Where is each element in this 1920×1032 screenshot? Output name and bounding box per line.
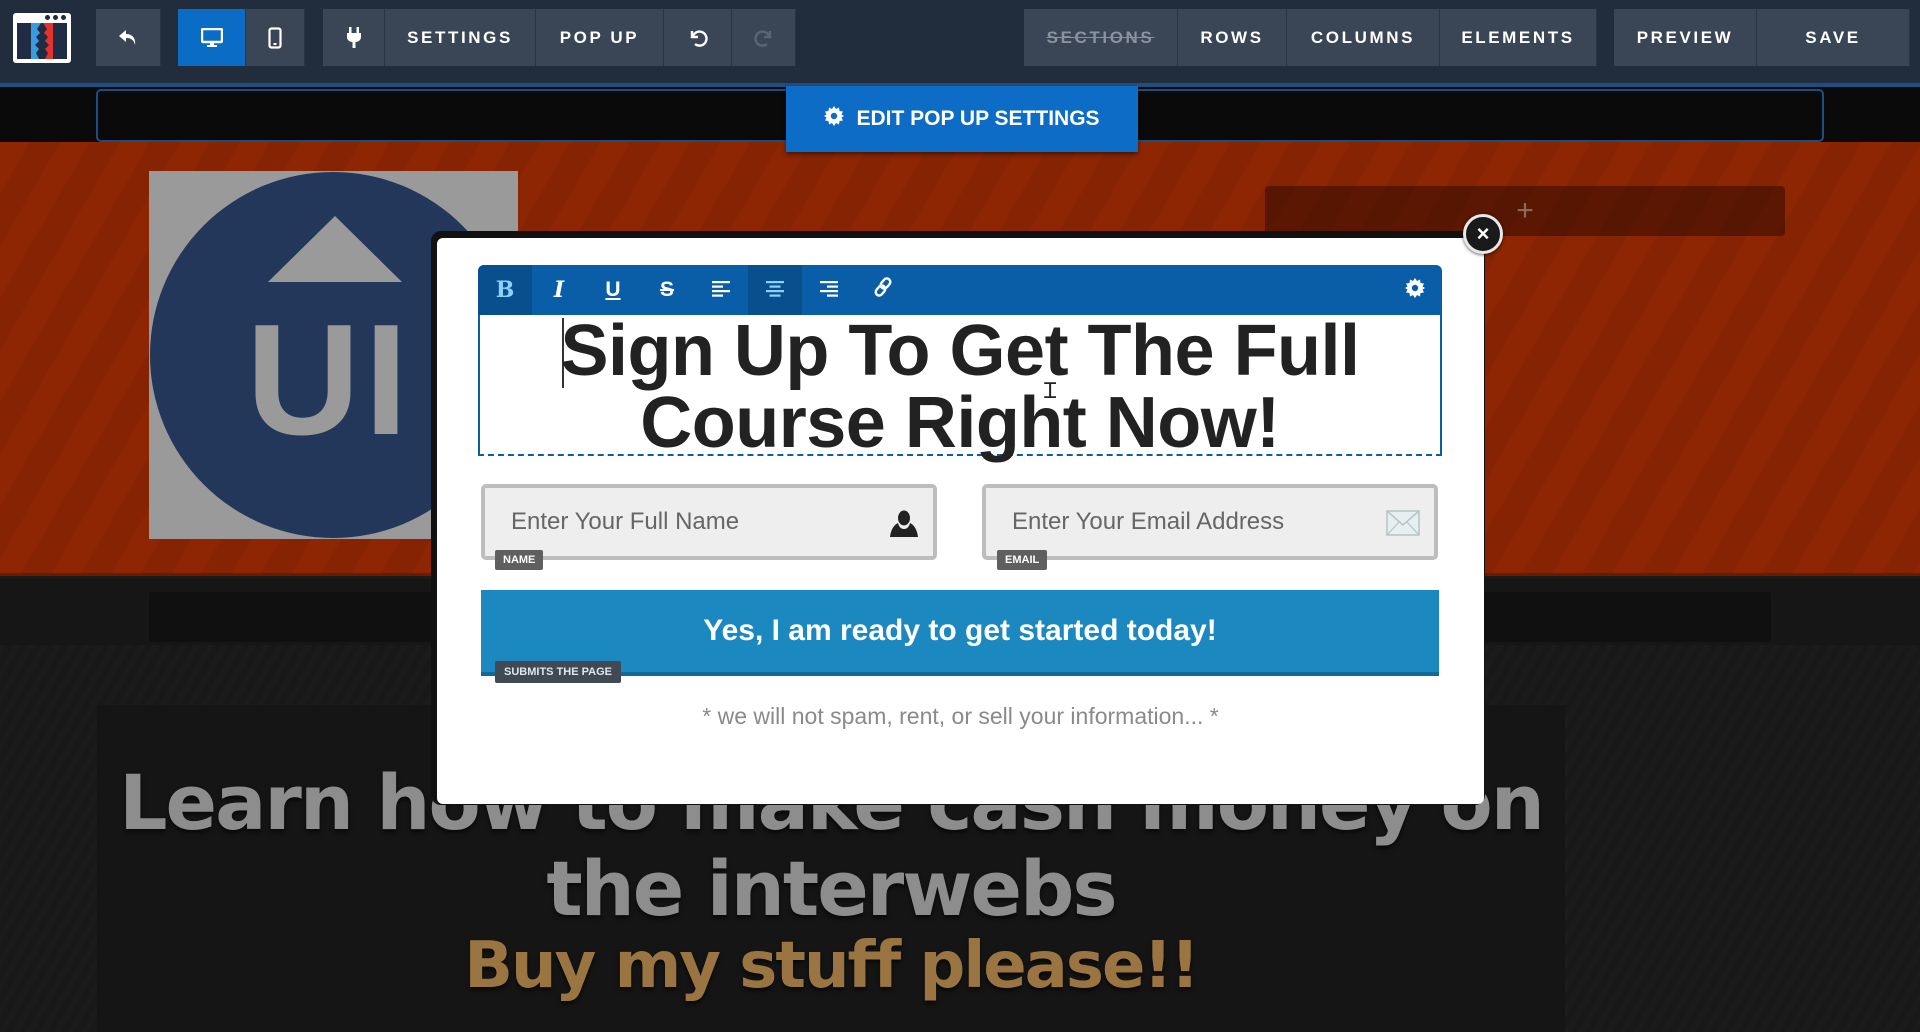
gear-icon — [1405, 277, 1425, 303]
link-icon — [873, 277, 893, 303]
logo-faces — [17, 23, 67, 59]
settings-label: SETTINGS — [407, 27, 513, 47]
align-center-icon — [766, 277, 784, 303]
popup-headline-editor[interactable]: Sign Up To Get The Full Course Right Now… — [478, 315, 1442, 459]
columns-label: COLUMNS — [1310, 27, 1416, 47]
envelope-icon — [1386, 510, 1420, 543]
close-icon: × — [1476, 221, 1490, 246]
mobile-icon — [268, 26, 282, 49]
align-left-icon — [712, 277, 730, 303]
user-icon — [889, 510, 919, 545]
up-arrow-icon — [268, 216, 402, 282]
save-label: SAVE — [1805, 27, 1861, 47]
rows-button[interactable]: ROWS — [1178, 9, 1287, 66]
elements-button[interactable]: ELEMENTS — [1440, 9, 1597, 66]
name-field-tag: NAME — [495, 550, 544, 570]
desktop-view-button[interactable] — [178, 9, 246, 66]
window-dots — [45, 15, 66, 20]
columns-button[interactable]: COLUMNS — [1287, 9, 1440, 66]
top-toolbar: SETTINGS POP UP SECTIONS ROWS COLUMNS EL… — [0, 0, 1920, 84]
rows-label: ROWS — [1200, 27, 1264, 47]
clickfunnels-logo-icon[interactable] — [13, 13, 71, 63]
email-field[interactable]: Enter Your Email Address — [982, 484, 1438, 560]
strikethrough-icon: S — [659, 278, 674, 301]
undo-button[interactable] — [664, 9, 732, 66]
page-subheadline[interactable]: Buy my stuff please!! — [97, 926, 1565, 1006]
popup-close-button[interactable]: × — [1463, 214, 1503, 254]
popup-label: POP UP — [559, 27, 640, 47]
settings-button[interactable]: SETTINGS — [385, 9, 536, 66]
email-field-tag: EMAIL — [997, 550, 1048, 570]
element-settings-button[interactable] — [1388, 265, 1442, 315]
undo-arrow-icon — [118, 29, 138, 47]
name-field[interactable]: Enter Your Full Name — [481, 484, 937, 560]
link-button[interactable] — [856, 265, 910, 315]
redo-button[interactable] — [732, 9, 796, 66]
mobile-view-button[interactable] — [246, 9, 305, 66]
submit-button-label: Yes, I am ready to get started today! — [703, 614, 1217, 647]
integrations-button[interactable] — [323, 9, 385, 66]
plug-icon — [346, 26, 362, 49]
edit-popup-settings-label: EDIT POP UP SETTINGS — [856, 107, 1100, 130]
italic-button[interactable]: I — [532, 265, 586, 315]
save-button[interactable]: SAVE — [1757, 9, 1910, 66]
hero-image-text: UI — [246, 292, 412, 468]
elements-label: ELEMENTS — [1461, 27, 1575, 47]
preview-label: PREVIEW — [1636, 27, 1734, 47]
sections-button[interactable]: SECTIONS — [1024, 9, 1178, 66]
underline-button[interactable]: U — [586, 265, 640, 315]
align-left-button[interactable] — [694, 265, 748, 315]
redo-icon — [753, 28, 774, 48]
italic-icon: I — [553, 277, 565, 303]
text-cursor-icon: Ɪ — [1044, 378, 1057, 403]
undo-icon — [688, 28, 708, 48]
submit-action-tag: SUBMITS THE PAGE — [495, 661, 621, 683]
edit-popup-settings-button[interactable]: EDIT POP UP SETTINGS — [786, 86, 1138, 152]
strikethrough-button[interactable]: S — [640, 265, 694, 315]
align-right-icon — [820, 277, 838, 303]
add-element-slot[interactable]: + — [1265, 186, 1785, 236]
popup-headline[interactable]: Sign Up To Get The Full Course Right Now… — [480, 315, 1440, 459]
sections-label: SECTIONS — [1046, 27, 1155, 47]
preview-button[interactable]: PREVIEW — [1614, 9, 1757, 66]
text-editor-toolbar: B I U S — [478, 265, 1442, 315]
privacy-disclaimer[interactable]: * we will not spam, rent, or sell your i… — [437, 703, 1484, 730]
email-field-placeholder: Enter Your Email Address — [1012, 508, 1285, 535]
popup-button[interactable]: POP UP — [536, 9, 664, 66]
back-button[interactable] — [96, 9, 161, 66]
align-center-button[interactable] — [748, 265, 802, 315]
bold-icon: B — [495, 277, 515, 303]
submit-button[interactable]: Yes, I am ready to get started today! — [481, 590, 1439, 676]
align-right-button[interactable] — [802, 265, 856, 315]
gear-icon — [824, 106, 845, 132]
desktop-icon — [200, 27, 223, 48]
plus-icon: + — [1516, 194, 1534, 227]
bold-button[interactable]: B — [478, 265, 532, 315]
name-field-placeholder: Enter Your Full Name — [511, 508, 740, 535]
underline-icon: U — [605, 278, 621, 301]
